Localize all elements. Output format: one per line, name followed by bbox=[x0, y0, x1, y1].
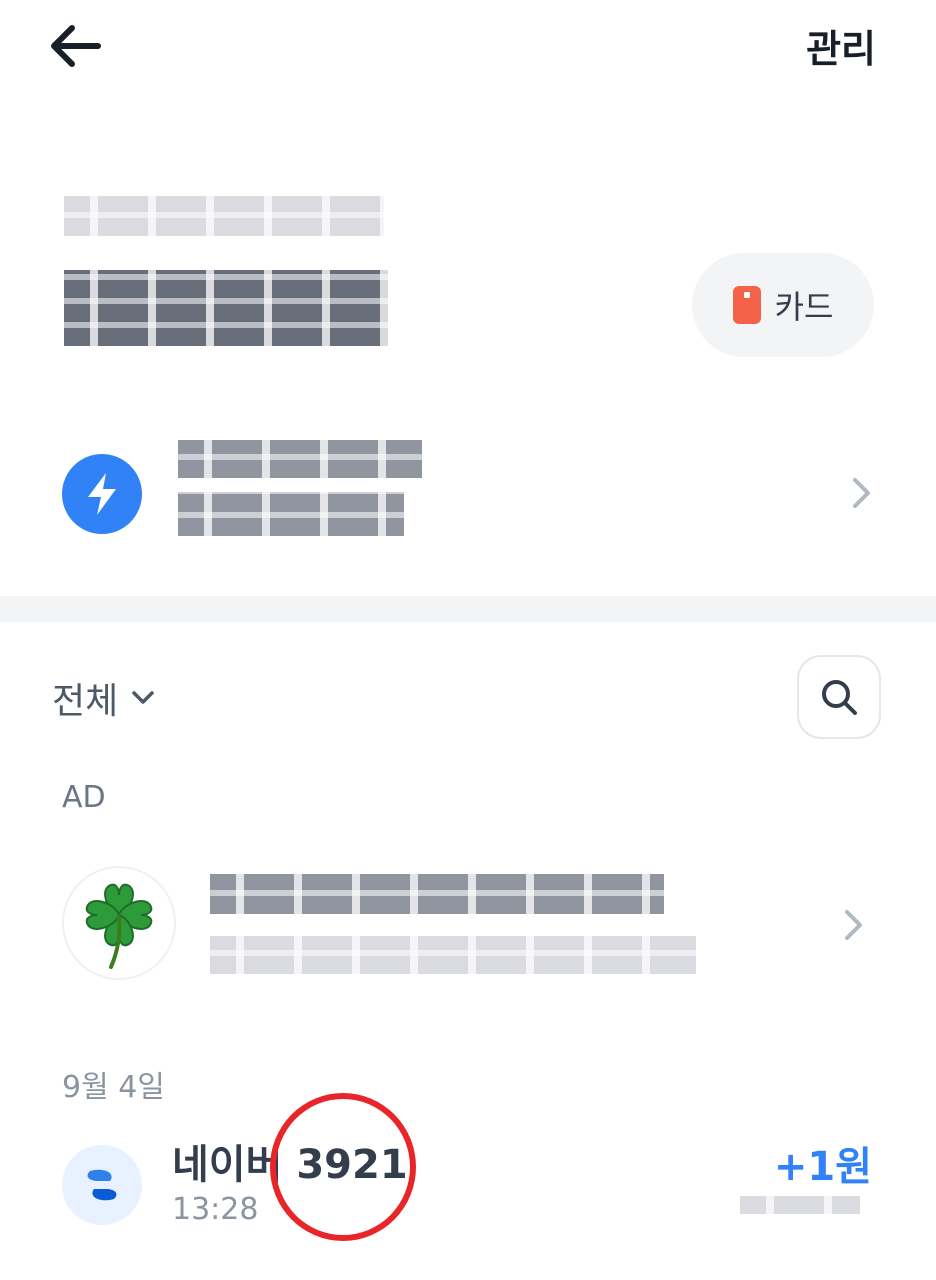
chevron-right-icon[interactable] bbox=[842, 908, 866, 942]
transaction-icon bbox=[62, 1145, 142, 1225]
promo-icon-circle bbox=[62, 454, 142, 534]
search-button[interactable] bbox=[797, 655, 881, 739]
ad-subtitle-redacted bbox=[210, 936, 696, 974]
ad-title-redacted bbox=[210, 874, 664, 914]
manage-button[interactable]: 관리 bbox=[806, 18, 876, 73]
account-name-redacted bbox=[64, 196, 384, 236]
chevron-down-icon bbox=[132, 691, 154, 704]
date-header: 9월 4일 bbox=[62, 1070, 165, 1105]
promo-subtitle-redacted bbox=[178, 492, 404, 536]
arrow-left-icon bbox=[51, 25, 101, 67]
ad-icon[interactable] bbox=[62, 866, 176, 980]
chevron-right-icon[interactable] bbox=[850, 476, 874, 510]
transaction-time: 13:28 bbox=[172, 1192, 259, 1227]
lightning-icon bbox=[88, 473, 116, 515]
account-balance-redacted bbox=[64, 270, 388, 346]
four-leaf-clover-icon bbox=[85, 883, 153, 969]
naver-pay-icon bbox=[87, 1169, 117, 1201]
filter-dropdown[interactable]: 전체 bbox=[52, 672, 156, 724]
promo-title-redacted bbox=[178, 440, 422, 478]
search-icon bbox=[822, 680, 857, 715]
transaction-balance-redacted bbox=[740, 1196, 860, 1214]
filter-label: 전체 bbox=[52, 681, 119, 722]
transaction-amount: +1원 bbox=[773, 1144, 872, 1190]
ad-label: AD bbox=[62, 780, 106, 815]
section-divider bbox=[0, 596, 936, 622]
card-button[interactable]: 카드 bbox=[692, 253, 874, 357]
highlight-circle-annotation bbox=[270, 1093, 416, 1241]
card-icon bbox=[732, 286, 761, 324]
back-button[interactable] bbox=[38, 14, 110, 78]
card-button-label: 카드 bbox=[774, 288, 834, 326]
